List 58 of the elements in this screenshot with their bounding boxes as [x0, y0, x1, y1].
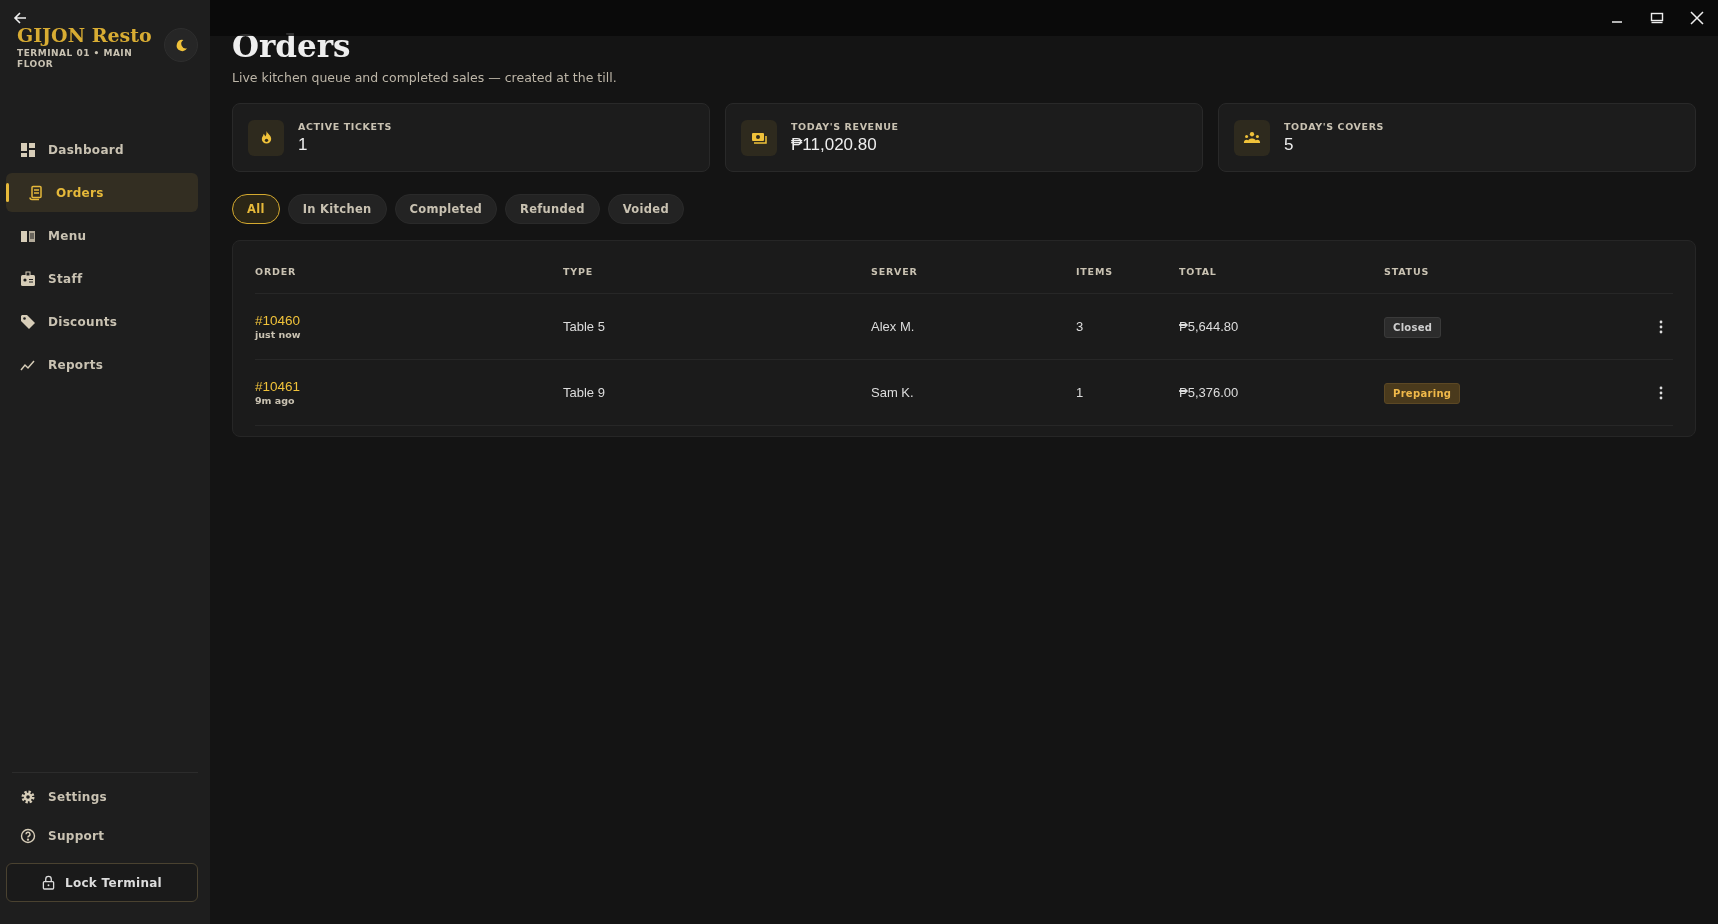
column-header: STATUS	[1384, 265, 1430, 277]
table-cell: Sam K.	[871, 385, 914, 400]
order-number[interactable]: #10460	[255, 313, 301, 328]
brand-name: GIJON Resto	[17, 24, 152, 46]
stat-value: 5	[1284, 134, 1295, 155]
badge-icon	[20, 270, 36, 287]
stat-value: ₱11,020.80	[791, 134, 878, 155]
table-cell: Table 5	[563, 319, 605, 334]
stat-label: TODAY'S REVENUE	[791, 120, 899, 132]
help-icon	[20, 827, 36, 844]
order-number[interactable]: #10461	[255, 379, 301, 394]
more-options-icon[interactable]	[1659, 319, 1663, 334]
column-header: TYPE	[563, 265, 593, 277]
status-badge: Closed	[1384, 316, 1442, 338]
page-subtitle: Live kitchen queue and completed sales — created at the till.	[232, 70, 618, 85]
order-time: just now	[255, 329, 301, 340]
sidebar-item[interactable]: Staff	[6, 259, 198, 298]
sidebar-item[interactable]: Menu	[6, 216, 198, 255]
people-icon	[1243, 131, 1261, 144]
table-cell: ₱5,644.80	[1179, 319, 1239, 334]
sidebar-item[interactable]: Reports	[6, 345, 198, 384]
back-arrow-icon[interactable]	[12, 10, 28, 26]
tag-icon	[20, 313, 36, 330]
sidebar-item[interactable]: Support	[6, 816, 198, 855]
sidebar-item[interactable]: Dashboard	[6, 130, 198, 169]
filter-chip[interactable]: Voided	[607, 194, 684, 224]
stat-value: 1	[298, 134, 309, 155]
receipt-icon	[28, 184, 44, 201]
stat-label: TODAY'S COVERS	[1284, 120, 1384, 132]
order-time: 9m ago	[255, 395, 295, 406]
sidebar-item[interactable]: Settings	[6, 777, 198, 816]
page-title: Orders	[232, 27, 352, 66]
lock-terminal-button[interactable]: Lock Terminal	[6, 863, 198, 902]
table-cell: 3	[1076, 319, 1084, 334]
column-header: ORDER	[255, 265, 297, 277]
sidebar-item[interactable]: Discounts	[6, 302, 198, 341]
filter-chip[interactable]: All	[232, 194, 280, 224]
close-icon[interactable]	[1690, 11, 1704, 25]
table-cell: Table 9	[563, 385, 605, 400]
theme-toggle-button[interactable]	[164, 28, 198, 62]
filter-chip[interactable]: Refunded	[505, 194, 600, 224]
dashboard-icon	[20, 141, 36, 158]
column-header: TOTAL	[1179, 265, 1217, 277]
filter-chip[interactable]: Completed	[394, 194, 498, 224]
terminal-label: TERMINAL 01 • MAIN FLOOR	[17, 48, 134, 70]
sidebar-item[interactable]: Orders	[6, 173, 198, 212]
more-options-icon[interactable]	[1659, 385, 1663, 400]
table-cell: Alex M.	[871, 319, 915, 334]
maximize-icon[interactable]	[1650, 11, 1664, 25]
filter-chip[interactable]: In Kitchen	[287, 194, 387, 224]
column-header: SERVER	[871, 265, 918, 277]
stat-label: ACTIVE TICKETS	[298, 120, 393, 132]
settings-icon	[20, 788, 36, 805]
lock-icon	[41, 875, 55, 890]
column-header: ITEMS	[1076, 265, 1113, 277]
status-badge: Preparing	[1384, 382, 1461, 404]
table-cell: 1	[1076, 385, 1084, 400]
table-cell: ₱5,376.00	[1179, 385, 1239, 400]
